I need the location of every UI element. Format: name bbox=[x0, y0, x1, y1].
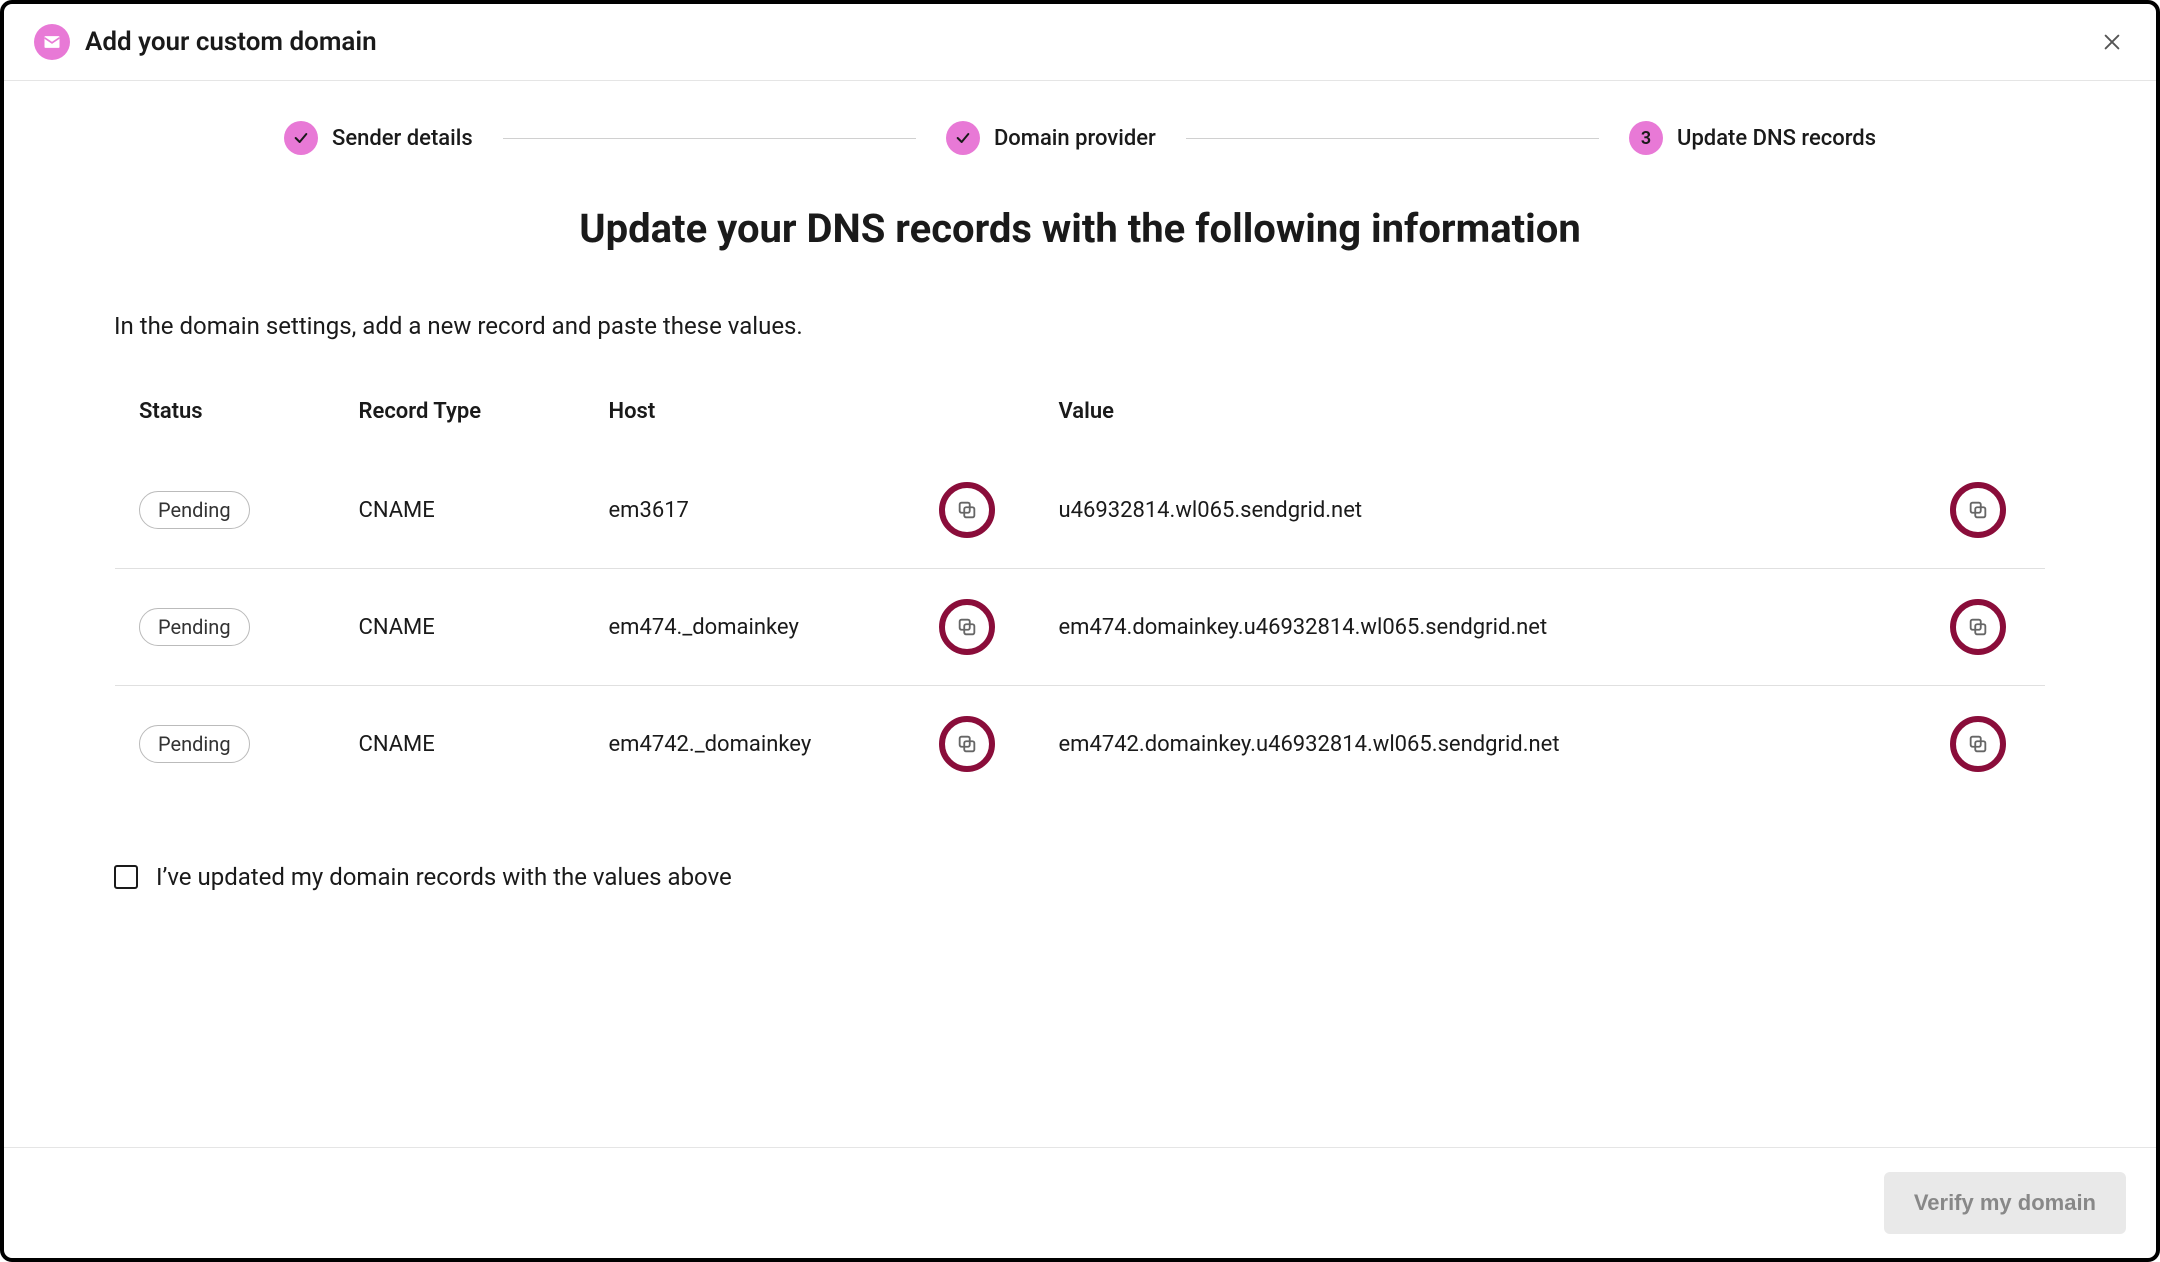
record-type: CNAME bbox=[335, 686, 585, 803]
copy-host-button[interactable] bbox=[939, 599, 995, 655]
copy-icon bbox=[1967, 616, 1989, 638]
record-value: em4742.domainkey.u46932814.wl065.sendgri… bbox=[1035, 686, 1926, 803]
copy-icon bbox=[1967, 733, 1989, 755]
step-done-icon bbox=[284, 121, 318, 155]
modal-title: Add your custom domain bbox=[85, 27, 377, 57]
instruction-text: In the domain settings, add a new record… bbox=[114, 312, 2046, 340]
step-label: Update DNS records bbox=[1677, 126, 1876, 151]
record-host: em4742._domainkey bbox=[585, 686, 915, 803]
record-host: em474._domainkey bbox=[585, 569, 915, 686]
record-type: CNAME bbox=[335, 452, 585, 569]
table-header-row: Status Record Type Host Value bbox=[115, 371, 2046, 453]
col-header-value: Value bbox=[1035, 371, 1926, 453]
stepper: Sender details Domain provider 3 Update … bbox=[4, 81, 2156, 175]
record-value: u46932814.wl065.sendgrid.net bbox=[1035, 452, 1926, 569]
record-type: CNAME bbox=[335, 569, 585, 686]
modal-footer: Verify my domain bbox=[4, 1147, 2156, 1258]
record-value: em474.domainkey.u46932814.wl065.sendgrid… bbox=[1035, 569, 1926, 686]
table-row: Pending CNAMEem474._domainkey em474.domain… bbox=[115, 569, 2046, 686]
status-badge: Pending bbox=[139, 725, 250, 763]
col-header-host: Host bbox=[585, 371, 915, 453]
step-connector bbox=[503, 138, 916, 139]
step-update-dns: 3 Update DNS records bbox=[1629, 121, 1876, 155]
copy-icon bbox=[956, 499, 978, 521]
table-row: Pending CNAMEem3617 u46932814.wl065.sendgr… bbox=[115, 452, 2046, 569]
step-number-icon: 3 bbox=[1629, 121, 1663, 155]
step-label: Domain provider bbox=[994, 126, 1156, 151]
step-done-icon bbox=[946, 121, 980, 155]
step-label: Sender details bbox=[332, 126, 473, 151]
col-header-status: Status bbox=[115, 371, 335, 453]
main-content: Update your DNS records with the followi… bbox=[4, 175, 2156, 1147]
copy-host-button[interactable] bbox=[939, 716, 995, 772]
modal-header: Add your custom domain bbox=[4, 4, 2156, 81]
dns-records-table: Status Record Type Host Value Pending CNA… bbox=[114, 370, 2046, 803]
copy-value-button[interactable] bbox=[1950, 482, 2006, 538]
copy-icon bbox=[956, 733, 978, 755]
confirm-checkbox[interactable] bbox=[114, 865, 138, 889]
step-sender-details: Sender details bbox=[284, 121, 473, 155]
confirm-label: I’ve updated my domain records with the … bbox=[156, 863, 732, 891]
copy-icon bbox=[956, 616, 978, 638]
verify-domain-button[interactable]: Verify my domain bbox=[1884, 1172, 2126, 1234]
close-button[interactable] bbox=[2098, 28, 2126, 56]
page-title: Update your DNS records with the followi… bbox=[114, 205, 2046, 252]
col-header-type: Record Type bbox=[335, 371, 585, 453]
status-badge: Pending bbox=[139, 608, 250, 646]
copy-value-button[interactable] bbox=[1950, 716, 2006, 772]
status-badge: Pending bbox=[139, 491, 250, 529]
step-connector bbox=[1186, 138, 1599, 139]
step-domain-provider: Domain provider bbox=[946, 121, 1156, 155]
header-left: Add your custom domain bbox=[34, 24, 377, 60]
copy-icon bbox=[1967, 499, 1989, 521]
table-row: Pending CNAMEem4742._domainkey em4742.doma… bbox=[115, 686, 2046, 803]
app-logo-icon bbox=[34, 24, 70, 60]
copy-value-button[interactable] bbox=[1950, 599, 2006, 655]
copy-host-button[interactable] bbox=[939, 482, 995, 538]
close-icon bbox=[2101, 31, 2123, 53]
record-host: em3617 bbox=[585, 452, 915, 569]
confirm-row: I’ve updated my domain records with the … bbox=[114, 863, 2046, 891]
